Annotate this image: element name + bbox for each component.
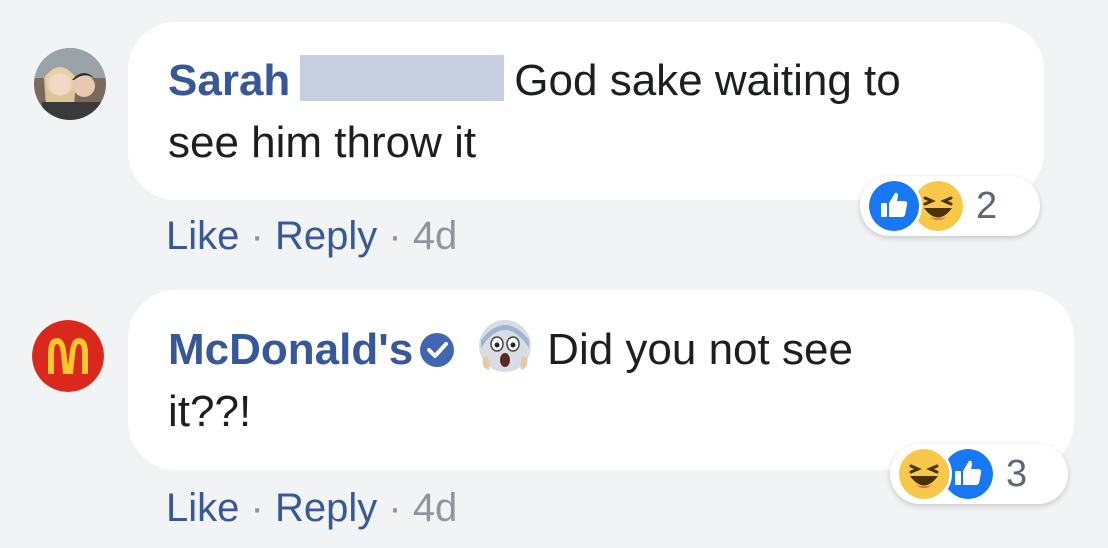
separator-dot: · bbox=[388, 486, 402, 530]
reply-link[interactable]: Reply bbox=[275, 486, 377, 530]
timestamp[interactable]: 4d bbox=[413, 486, 458, 530]
haha-icon bbox=[896, 446, 952, 502]
reaction-count: 2 bbox=[976, 184, 998, 227]
verified-badge-icon bbox=[420, 333, 455, 367]
separator-dot: · bbox=[250, 214, 264, 258]
comment-thread: Sarah God sake waiting to see him throw i… bbox=[0, 0, 1108, 548]
comment-author-name[interactable]: McDonald's bbox=[168, 325, 413, 374]
timestamp[interactable]: 4d bbox=[413, 214, 458, 258]
reactions-summary[interactable]: 3 bbox=[890, 444, 1068, 504]
avatar-sarah[interactable] bbox=[34, 48, 106, 120]
like-link[interactable]: Like bbox=[166, 214, 239, 258]
profile-photo-icon bbox=[34, 48, 106, 120]
comment-actions: Like · Reply · 4d bbox=[166, 214, 457, 259]
reply-link[interactable]: Reply bbox=[275, 214, 377, 258]
reactions-summary[interactable]: 2 bbox=[860, 176, 1040, 236]
like-link[interactable]: Like bbox=[166, 486, 239, 530]
comment-text-line2: see him throw it bbox=[168, 118, 477, 167]
separator-dot: · bbox=[388, 214, 402, 258]
comment-bubble: McDonald's Did you not see it??! bbox=[128, 290, 1074, 470]
comment-author-name[interactable]: Sarah bbox=[168, 56, 290, 105]
scream-emoji-icon bbox=[479, 320, 532, 372]
comment-bubble: Sarah God sake waiting to see him throw i… bbox=[128, 22, 1044, 200]
separator-dot: · bbox=[250, 486, 264, 530]
avatar-mcdonalds[interactable] bbox=[32, 320, 104, 392]
comment-actions: Like · Reply · 4d bbox=[166, 486, 457, 531]
comment-text-line1: God sake waiting to bbox=[514, 56, 901, 105]
redacted-surname bbox=[300, 55, 505, 101]
mcdonalds-logo-icon bbox=[32, 320, 104, 392]
comment-text-line1: Did you not see bbox=[547, 325, 853, 374]
comment-text-line2: it??! bbox=[168, 387, 252, 436]
like-icon bbox=[866, 178, 922, 234]
reaction-count: 3 bbox=[1006, 452, 1028, 495]
